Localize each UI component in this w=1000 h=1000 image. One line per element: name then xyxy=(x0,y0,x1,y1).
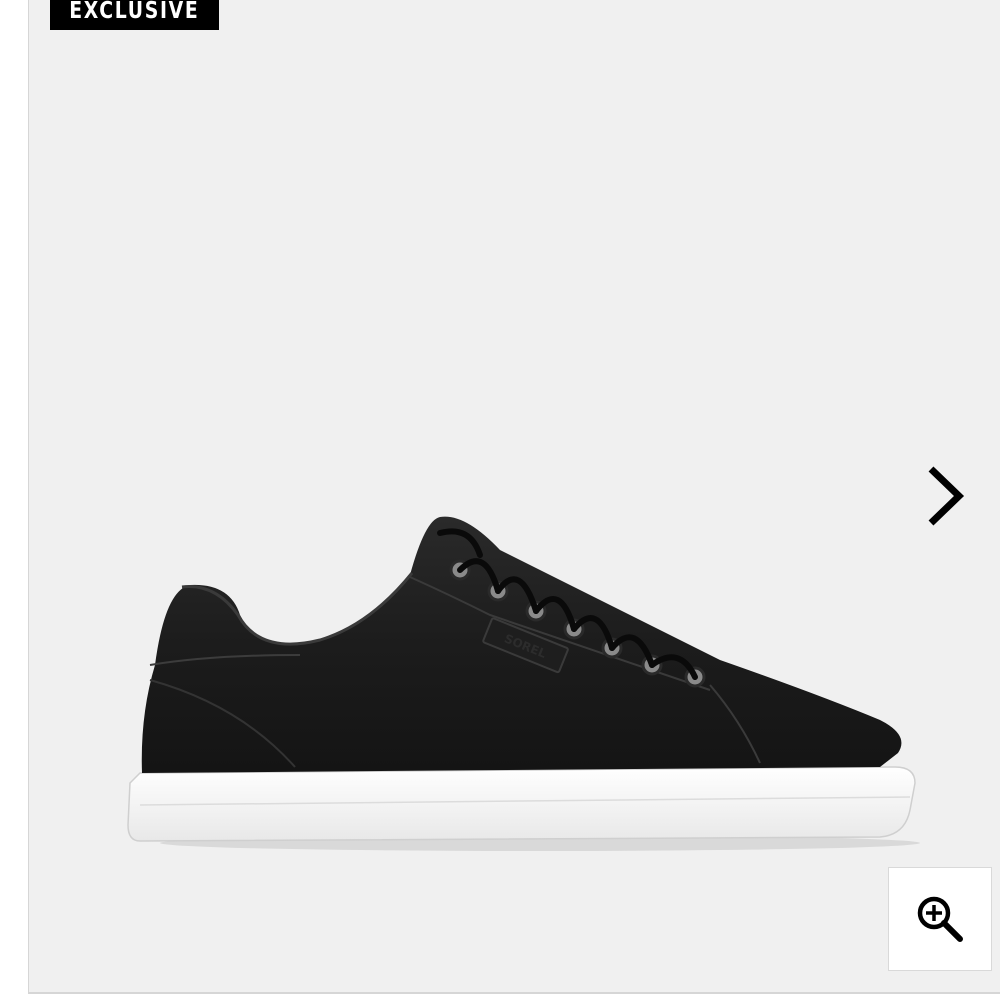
zoom-button[interactable] xyxy=(888,867,992,971)
exclusive-badge-label: EXCLUSIVE xyxy=(69,0,200,24)
chevron-right-icon xyxy=(928,466,965,526)
zoom-in-icon xyxy=(917,896,963,942)
exclusive-badge: EXCLUSIVE xyxy=(50,0,219,30)
product-image-sneaker: SOREL xyxy=(127,516,920,851)
next-image-button[interactable] xyxy=(915,462,975,532)
